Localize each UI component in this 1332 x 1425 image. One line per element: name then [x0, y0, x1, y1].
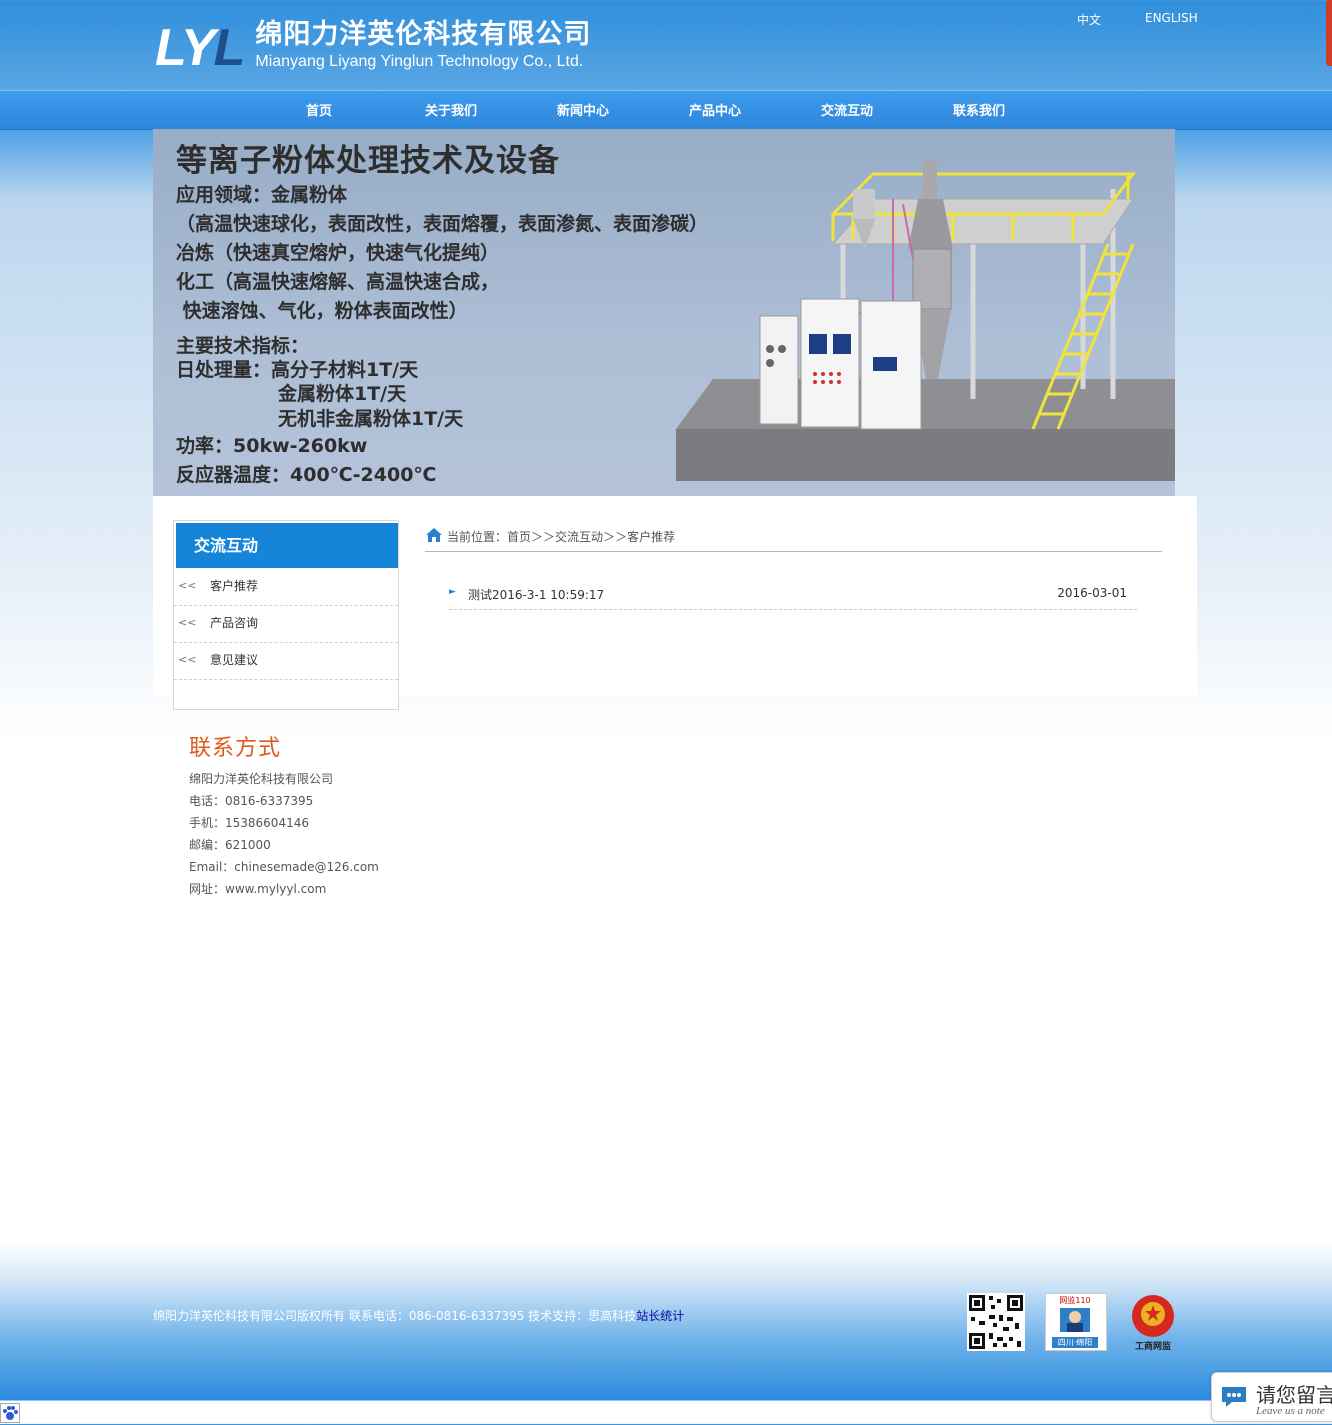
breadcrumb-home-link[interactable]: 首页: [507, 530, 531, 544]
list-item-title[interactable]: 测试2016-3-1 10:59:17: [468, 586, 604, 603]
breadcrumb-prefix: 当前位置：: [447, 530, 508, 544]
breadcrumb: 当前位置：首页＞＞交流互动＞＞客户推荐: [425, 524, 1162, 552]
list-item-date: 2016-03-01: [1057, 586, 1127, 600]
logo-text: 绵阳力洋英伦科技有限公司 Mianyang Liyang Yinglun Tec…: [255, 18, 591, 72]
breadcrumb-sep: ＞＞: [603, 530, 628, 544]
sidebar-item-label: 意见建议: [210, 653, 259, 667]
police-110-badge[interactable]: 网监110 四川·绵阳: [1045, 1293, 1107, 1351]
logo-mark: LYL: [155, 19, 245, 77]
badge-police-bottom-text: 四川·绵阳: [1052, 1337, 1098, 1348]
contact-phone: 电话：0816-6337395: [189, 794, 314, 808]
sidebar-item-product-consult[interactable]: << 产品咨询: [174, 606, 398, 643]
nav-news[interactable]: 新闻中心: [517, 91, 649, 133]
chevron-left-double-icon: <<: [178, 616, 197, 629]
baidu-paw-icon[interactable]: [0, 1403, 20, 1423]
contact-title: 联系方式: [189, 736, 282, 761]
chevron-left-double-icon: <<: [178, 653, 197, 666]
company-logo[interactable]: LYL 绵阳力洋英伦科技有限公司 Mianyang Liyang Yinglun…: [155, 18, 591, 77]
contact-website: 网址：www.mylyyl.com: [189, 882, 327, 896]
hero-banner: 等离子粉体处理技术及设备 应用领域：金属粉体 （高温快速球化，表面改性，表面熔覆…: [153, 129, 1175, 496]
lang-chinese-link[interactable]: 中文: [1077, 11, 1101, 28]
footer-copyright-text: 绵阳力洋英伦科技有限公司版权所有 联系电话：086-0816-6337395 技…: [153, 1309, 637, 1323]
sidebar-item-suggestions[interactable]: << 意见建议: [174, 643, 398, 680]
list-item[interactable]: ► 测试2016-3-1 10:59:17 2016-03-01: [449, 580, 1137, 610]
contact-postcode: 邮编：621000: [189, 838, 271, 852]
qr-code-icon: [967, 1293, 1025, 1351]
nav-contact[interactable]: 联系我们: [913, 91, 1045, 133]
gongshang-badge[interactable]: 工商网监: [1127, 1293, 1179, 1353]
breadcrumb-current-link[interactable]: 客户推荐: [627, 530, 675, 544]
leave-message-label: 请您留言: [1256, 1383, 1332, 1407]
sidebar-title: 交流互动: [176, 523, 398, 568]
contact-block: 联系方式 绵阳力洋英伦科技有限公司 电话：0816-6337395 手机：153…: [189, 732, 379, 900]
chat-bubble-icon: [1222, 1387, 1246, 1407]
nav-products[interactable]: 产品中心: [649, 91, 781, 133]
contact-email: Email：chinesemade@126.com: [189, 860, 379, 874]
equipment-illustration: [676, 159, 1175, 481]
breadcrumb-text: 当前位置：首页＞＞交流互动＞＞客户推荐: [447, 528, 675, 545]
breadcrumb-section-link[interactable]: 交流互动: [555, 530, 603, 544]
leave-message-button[interactable]: 请您留言 Leave us a note: [1211, 1372, 1332, 1422]
home-icon: [426, 528, 442, 542]
sidebar-item-customer-recommend[interactable]: << 客户推荐: [174, 569, 398, 606]
company-name-cn: 绵阳力洋英伦科技有限公司: [255, 19, 592, 50]
company-name-en: Mianyang Liyang Yinglun Technology Co., …: [255, 53, 584, 70]
footer-copyright: 绵阳力洋英伦科技有限公司版权所有 联系电话：086-0816-6337395 技…: [153, 1307, 684, 1324]
badge-gongshang-text: 工商网监: [1134, 1342, 1171, 1352]
breadcrumb-sep: ＞＞: [531, 530, 556, 544]
nav-home[interactable]: 首页: [253, 91, 385, 133]
national-emblem-icon: [1132, 1295, 1174, 1337]
site-header: LYL 绵阳力洋英伦科技有限公司 Mianyang Liyang Yinglun…: [0, 0, 1332, 90]
chevron-left-double-icon: <<: [178, 579, 197, 592]
main-nav: 首页 关于我们 新闻中心 产品中心 交流互动 联系我们: [0, 90, 1332, 130]
sidebar-item-label: 客户推荐: [210, 579, 259, 593]
bullet-arrow-icon: ►: [449, 587, 456, 597]
badge-police-top-text: 网监110: [1059, 1296, 1091, 1305]
nav-interaction[interactable]: 交流互动: [781, 91, 913, 133]
leave-message-sub: Leave us a note: [1256, 1405, 1325, 1417]
police-figure-icon: [1060, 1308, 1090, 1332]
sidebar-item-label: 产品咨询: [210, 616, 259, 630]
sidebar: 交流互动 << 客户推荐 << 产品咨询 << 意见建议: [173, 520, 399, 710]
side-float-tab[interactable]: [1326, 0, 1332, 66]
contact-mobile: 手机：15386604146: [189, 816, 309, 830]
nav-about[interactable]: 关于我们: [385, 91, 517, 133]
contact-company: 绵阳力洋英伦科技有限公司: [189, 772, 334, 786]
lang-english-link[interactable]: ENGLISH: [1145, 11, 1198, 25]
stats-link[interactable]: 站长统计: [636, 1309, 684, 1323]
